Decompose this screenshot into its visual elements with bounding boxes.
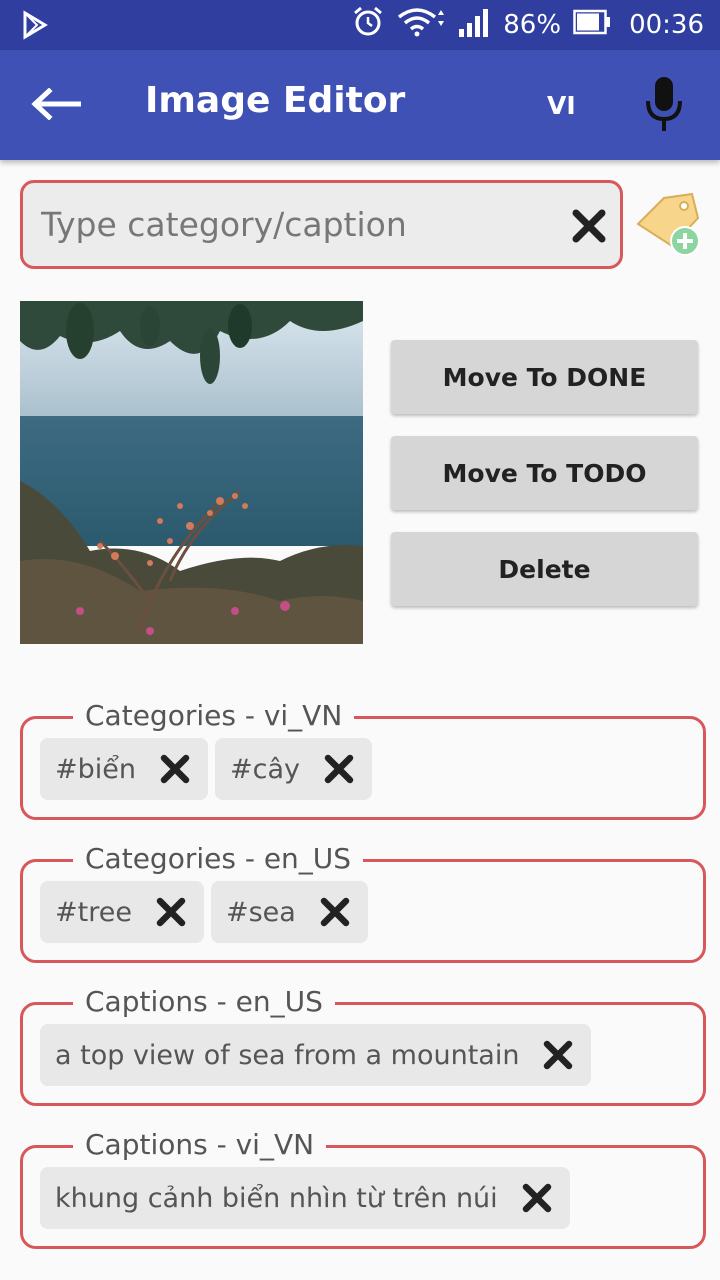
tag-chip: #tree: [40, 881, 204, 943]
tag-chip: #biển: [40, 738, 208, 800]
group-label: Captions - en_US: [73, 985, 335, 1019]
wifi-icon: [397, 7, 445, 44]
alarm-icon: [351, 5, 385, 46]
chip-label: #biển: [55, 753, 136, 785]
move-to-todo-button[interactable]: Move To TODO: [391, 436, 698, 510]
chip-label: a top view of sea from a mountain: [55, 1039, 520, 1071]
chip-label: #tree: [55, 896, 132, 928]
categories-en-group: Categories - en_US #tree #sea: [20, 842, 706, 963]
tag-add-icon: [636, 192, 700, 256]
categories-vi-group: Categories - vi_VN #biển #cây: [20, 699, 706, 820]
clear-input-button[interactable]: [570, 207, 608, 245]
image-preview: [20, 301, 363, 644]
delete-button[interactable]: Delete: [391, 532, 698, 606]
battery-icon: [573, 9, 611, 42]
caption-chip: a top view of sea from a mountain: [40, 1024, 592, 1086]
remove-tag-button[interactable]: [154, 895, 188, 929]
tag-chip: #cây: [215, 738, 372, 800]
caption-input[interactable]: [41, 183, 561, 266]
captions-en-group: Captions - en_US a top view of sea from …: [20, 985, 706, 1106]
caption-input-container: [20, 180, 623, 269]
group-label: Categories - en_US: [73, 842, 364, 876]
remove-caption-button[interactable]: [520, 1181, 554, 1215]
play-store-icon: [22, 10, 48, 44]
battery-percent: 86%: [503, 10, 562, 40]
voice-input-button[interactable]: [636, 72, 692, 138]
clock: 00:36: [629, 10, 704, 40]
language-toggle[interactable]: VI: [547, 91, 576, 120]
page-title: Image Editor: [145, 80, 406, 121]
app-bar: Image Editor VI: [0, 50, 720, 160]
remove-tag-button[interactable]: [318, 895, 352, 929]
chip-label: #cây: [230, 753, 300, 785]
arrow-left-icon: [31, 88, 81, 120]
close-icon: [572, 209, 606, 243]
back-button[interactable]: [28, 78, 84, 130]
group-label: Captions - vi_VN: [73, 1128, 327, 1162]
remove-caption-button[interactable]: [541, 1038, 575, 1072]
group-label: Categories - vi_VN: [73, 699, 355, 733]
captions-vi-group: Captions - vi_VN khung cảnh biển nhìn từ…: [20, 1128, 706, 1249]
status-bar: 86% 00:36: [0, 0, 720, 50]
remove-tag-button[interactable]: [322, 752, 356, 786]
signal-icon: [457, 7, 491, 44]
move-to-done-button[interactable]: Move To DONE: [391, 340, 698, 414]
microphone-icon: [646, 77, 682, 131]
tag-chip: #sea: [210, 881, 368, 943]
caption-chip: khung cảnh biển nhìn từ trên núi: [40, 1167, 570, 1229]
remove-tag-button[interactable]: [158, 752, 192, 786]
chip-label: khung cảnh biển nhìn từ trên núi: [55, 1182, 498, 1214]
chip-label: #sea: [225, 896, 296, 928]
add-tag-button[interactable]: [634, 190, 704, 260]
